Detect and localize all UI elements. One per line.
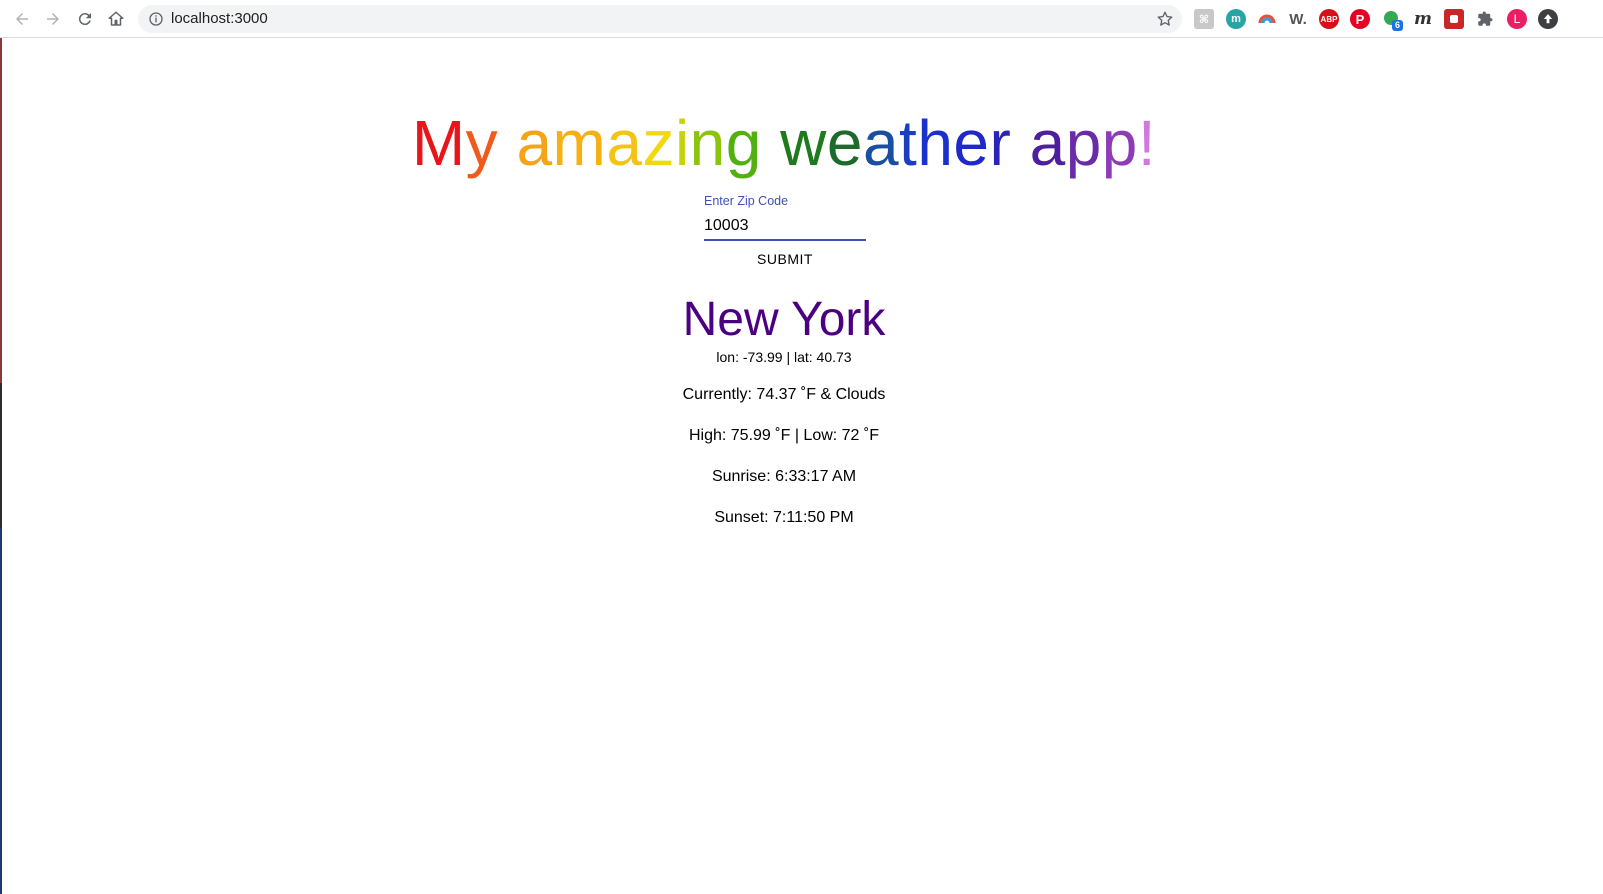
url-text: localhost:3000 bbox=[171, 10, 268, 27]
sunset-time: Sunset: 7:11:50 PM bbox=[714, 509, 854, 526]
bookmark-star-icon[interactable] bbox=[1156, 10, 1174, 28]
m-circle-icon[interactable]: m bbox=[1226, 9, 1246, 29]
adblock-icon[interactable]: ABP bbox=[1319, 9, 1339, 29]
title-letter: g bbox=[725, 107, 762, 179]
home-icon bbox=[108, 11, 124, 26]
badge-count: 6 bbox=[1392, 20, 1404, 31]
high-low-temps: High: 75.99 ˚F | Low: 72 ˚F bbox=[688, 427, 879, 444]
w-icon[interactable]: W. bbox=[1288, 9, 1308, 29]
submit-button[interactable]: SUBMIT bbox=[740, 247, 830, 271]
title-letter: h bbox=[917, 107, 954, 179]
reload-icon bbox=[78, 13, 91, 26]
title-letter: t bbox=[899, 107, 918, 179]
current-conditions: Currently: 74.37 ˚F & Clouds bbox=[682, 386, 886, 403]
title-letter: e bbox=[826, 107, 863, 179]
title-letter: m bbox=[552, 107, 607, 179]
title-letter: e bbox=[953, 107, 990, 179]
update-arrow-icon[interactable] bbox=[1538, 9, 1558, 29]
title-space bbox=[498, 106, 516, 180]
title-letter: a bbox=[606, 107, 643, 179]
title-letter: z bbox=[642, 107, 675, 179]
title-letter: w bbox=[780, 107, 827, 179]
forward-button[interactable] bbox=[41, 7, 65, 31]
zip-code-input[interactable] bbox=[704, 213, 866, 241]
title-letter: p bbox=[1065, 107, 1102, 179]
puzzle-icon[interactable] bbox=[1475, 9, 1495, 29]
green-dot-icon[interactable]: 6 bbox=[1382, 9, 1404, 31]
home-button[interactable] bbox=[104, 7, 128, 31]
back-button[interactable] bbox=[10, 7, 34, 31]
title-letter: a bbox=[516, 107, 553, 179]
keyboard-shortcut-icon[interactable]: ⌘ bbox=[1194, 9, 1214, 29]
arrow-left-icon bbox=[16, 13, 28, 25]
city-name: New York bbox=[682, 293, 886, 346]
title-letter: ! bbox=[1137, 107, 1157, 179]
arrow-right-icon bbox=[47, 13, 59, 25]
title-letter: a bbox=[862, 107, 900, 179]
title-letter: i bbox=[674, 107, 690, 179]
title-letter: y bbox=[465, 107, 499, 179]
title-space bbox=[1011, 106, 1029, 180]
reload-button[interactable] bbox=[73, 7, 97, 31]
app-title: My amazing weather app! bbox=[0, 106, 1568, 180]
coordinates: lon: -73.99 | lat: 40.73 bbox=[716, 349, 852, 365]
title-letter: r bbox=[989, 107, 1012, 179]
sunrise-time: Sunrise: 6:33:17 AM bbox=[711, 468, 857, 485]
profile-avatar[interactable]: L bbox=[1507, 9, 1527, 29]
rainbow-arc-icon[interactable] bbox=[1257, 9, 1277, 29]
browser-toolbar: localhost:3000 ⌘ m W. ABP P 6 m L bbox=[0, 0, 1603, 38]
title-letter: M bbox=[411, 107, 466, 179]
zip-code-label: Enter Zip Code bbox=[704, 194, 789, 208]
address-bar[interactable]: localhost:3000 bbox=[138, 5, 1182, 33]
info-icon bbox=[149, 12, 163, 26]
title-space bbox=[762, 106, 780, 180]
title-letter: a bbox=[1029, 107, 1066, 179]
red-square-icon[interactable] bbox=[1444, 9, 1464, 29]
title-letter: n bbox=[689, 107, 726, 179]
pinterest-icon[interactable]: P bbox=[1350, 9, 1370, 29]
m-italic-icon[interactable]: m bbox=[1413, 9, 1433, 29]
title-letter: p bbox=[1101, 107, 1138, 179]
